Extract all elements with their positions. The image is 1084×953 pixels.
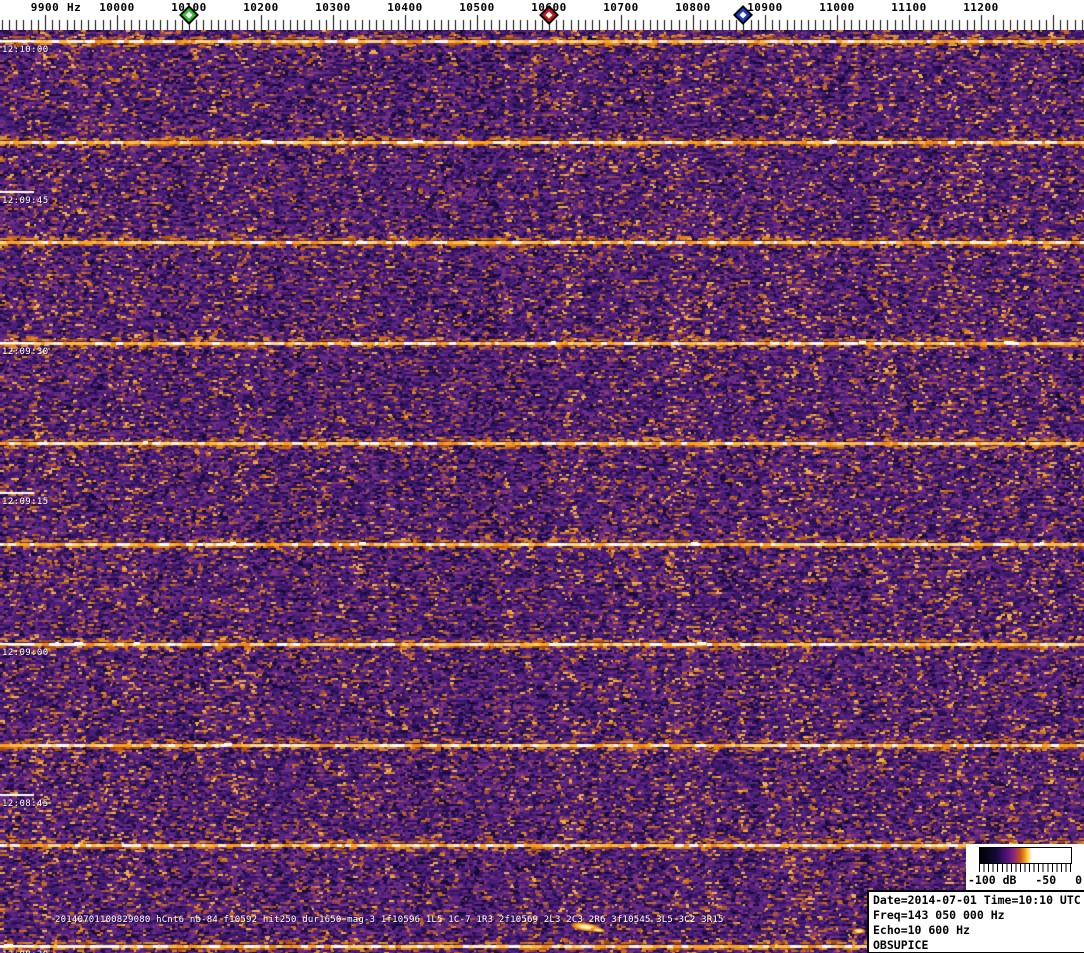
time-label-120915: 12:09:15 xyxy=(2,497,49,507)
time-label-121000: 12:10:00 xyxy=(2,45,49,55)
time-label-120945: 12:09:45 xyxy=(2,196,49,206)
blue-marker-core-icon xyxy=(739,11,747,19)
freq-tick-label-10200: 10200 xyxy=(243,1,279,14)
intensity-scale-legend: -100 dB -50 0 xyxy=(966,844,1084,891)
info-frequency: Freq=143 050 000 Hz xyxy=(873,908,1005,922)
detection-info-line: 20140701100829080 hCnt6 nb-84 f10592 hit… xyxy=(55,915,724,925)
freq-tick-label-11100: 11100 xyxy=(891,1,927,14)
time-label-120930: 12:09:30 xyxy=(2,347,49,357)
observation-info-box: Date=2014-07-01 Time=10:10 UTC Freq=143 … xyxy=(867,890,1084,953)
freq-tick-label-10000: 10000 xyxy=(99,1,135,14)
info-date-time: Date=2014-07-01 Time=10:10 UTC xyxy=(873,893,1081,907)
time-label-120900: 12:09:00 xyxy=(2,648,49,658)
spectrogram-screen: 9900100001010010200103001040010500106001… xyxy=(0,0,1084,953)
freq-tick-label-10900: 10900 xyxy=(747,1,783,14)
time-label-120845: 12:08:45 xyxy=(2,799,49,809)
colormap-labels: -100 dB -50 0 xyxy=(968,873,1082,887)
freq-tick-label-9900: 9900 xyxy=(30,1,60,14)
frequency-axis: 9900100001010010200103001040010500106001… xyxy=(0,0,1084,30)
red-marker-core-icon xyxy=(545,11,553,19)
info-station-name: OBSUPICE xyxy=(873,938,929,952)
colormap-ruler-ticks xyxy=(979,864,1072,872)
freq-tick-label-10700: 10700 xyxy=(603,1,639,14)
legend-max-label: 0 xyxy=(1075,873,1082,887)
legend-mid-label: -50 xyxy=(1035,873,1057,887)
spectrogram-waterfall xyxy=(0,30,1084,953)
green-marker-core-icon xyxy=(185,11,193,19)
info-echo-frequency: Echo=10 600 Hz xyxy=(873,923,970,937)
freq-tick-label-10500: 10500 xyxy=(459,1,495,14)
freq-tick-label-10300: 10300 xyxy=(315,1,351,14)
freq-tick-label-10400: 10400 xyxy=(387,1,423,14)
colormap-gradient-bar xyxy=(979,847,1072,864)
freq-tick-label-11200: 11200 xyxy=(963,1,999,14)
legend-min-label: -100 dB xyxy=(968,873,1017,887)
frequency-unit-label: Hz xyxy=(67,1,82,14)
freq-tick-label-10800: 10800 xyxy=(675,1,711,14)
freq-tick-label-11000: 11000 xyxy=(819,1,855,14)
